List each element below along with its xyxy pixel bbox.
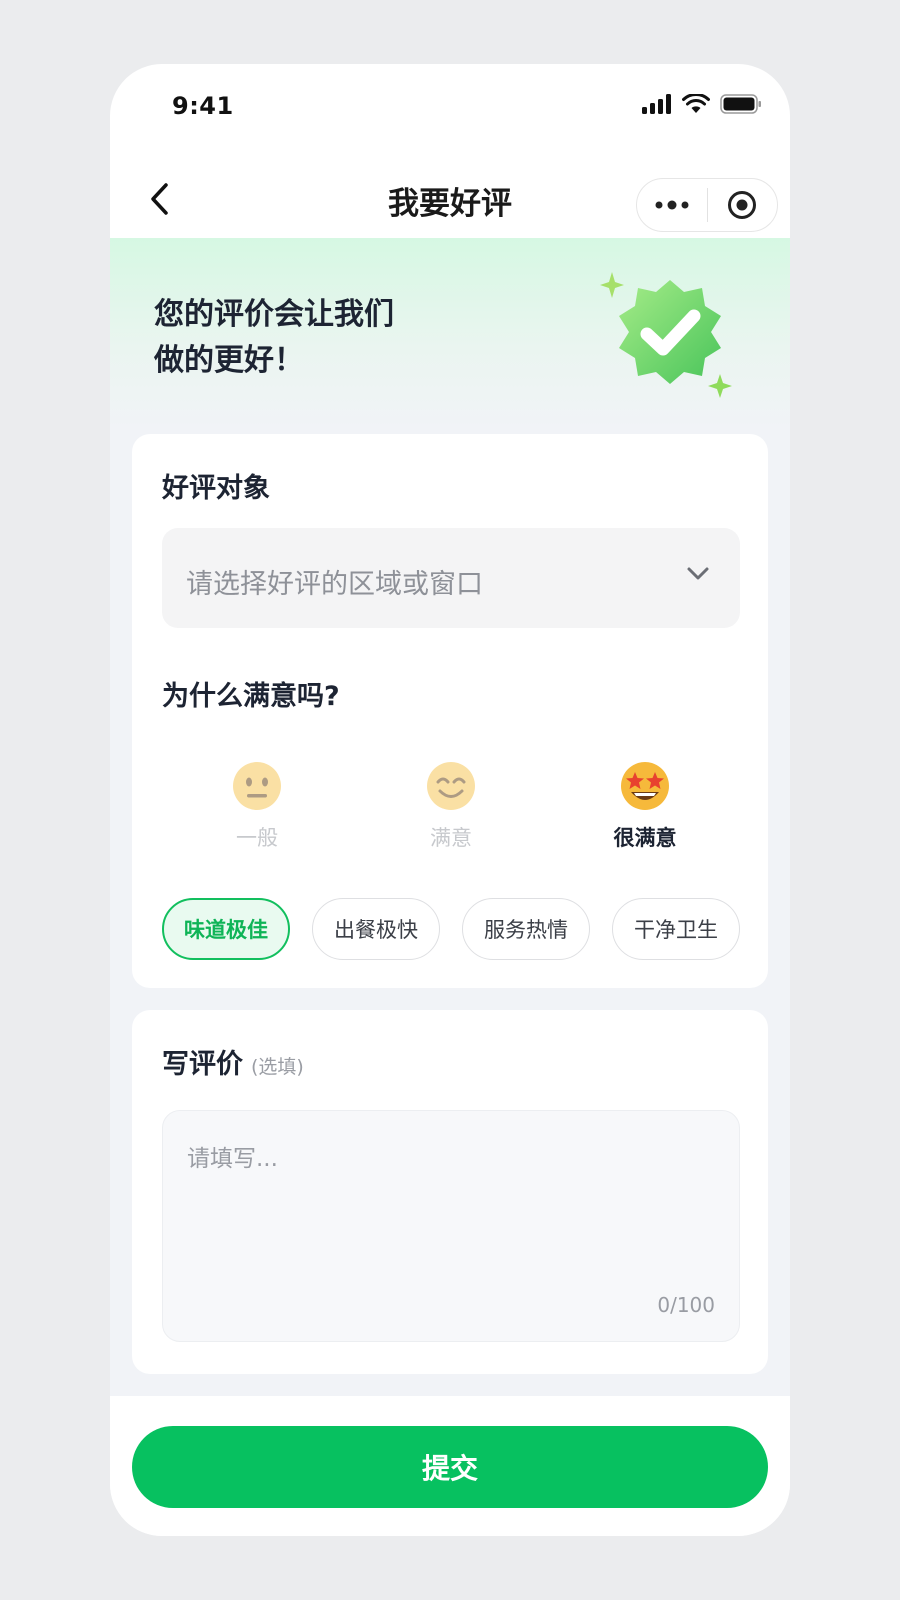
hero-line-1: 您的评价会让我们: [154, 297, 394, 332]
review-label-text: 写评价: [162, 1049, 243, 1080]
target-circle-icon: [728, 191, 757, 219]
star-struck-face-icon: [621, 762, 669, 810]
chevron-down-icon: [687, 567, 709, 580]
status-icons: [642, 94, 762, 114]
hero-text: 您的评价会让我们 做的更好！: [154, 292, 394, 384]
more-dots-icon: [655, 200, 689, 210]
nav-bar: 我要好评: [110, 154, 790, 244]
review-text-card: 写评价 (选填) 请填写... 0/100: [132, 1010, 768, 1374]
tag-chip[interactable]: 出餐极快: [312, 898, 440, 960]
status-time: 9:41: [172, 92, 234, 120]
signal-icon: [642, 94, 671, 114]
content-area: 您的评价会让我们 做的更好！ 好评对象 请选择好评的区域或窗口 为什么满意吗? …: [110, 238, 790, 1396]
bottom-bar: 提交: [110, 1396, 790, 1536]
neutral-face-icon: [233, 762, 281, 810]
character-counter: 0/100: [657, 1293, 715, 1317]
rating-option-normal[interactable]: 一般: [197, 760, 317, 852]
rating-option-label: 很满意: [613, 826, 677, 850]
tag-chip[interactable]: 服务热情: [462, 898, 590, 960]
tag-chip-selected[interactable]: 味道极佳: [162, 898, 290, 960]
battery-icon: [720, 94, 761, 114]
tag-chip[interactable]: 干净卫生: [612, 898, 740, 960]
rating-options: 一般 满意 很满意: [162, 760, 740, 860]
phone-screen: 9:41 我要好评 您的评价会让我们 做的更好！ 好评对象 请选择好评的区域或窗…: [110, 64, 790, 1536]
status-bar: 9:41: [110, 64, 790, 154]
submit-button[interactable]: 提交: [132, 1426, 768, 1508]
target-label: 好评对象: [162, 473, 270, 504]
review-textarea[interactable]: 请填写... 0/100: [162, 1110, 740, 1342]
review-label: 写评价 (选填): [162, 1042, 304, 1081]
more-button[interactable]: [637, 179, 707, 231]
target-select-placeholder: 请选择好评的区域或窗口: [186, 569, 483, 600]
rating-label: 为什么满意吗?: [162, 681, 340, 712]
wifi-icon: [682, 94, 710, 113]
review-form-card: 好评对象 请选择好评的区域或窗口 为什么满意吗? 一般 满意 很满意 味道极佳 …: [132, 434, 768, 988]
tag-list: 味道极佳 出餐极快 服务热情 干净卫生: [162, 898, 740, 960]
rating-option-label: 满意: [430, 826, 472, 850]
hero-line-2: 做的更好！: [154, 343, 304, 378]
target-select[interactable]: 请选择好评的区域或窗口: [162, 528, 740, 628]
mini-program-capsule: [636, 178, 778, 232]
close-mini-program-button[interactable]: [708, 179, 778, 231]
verified-badge-icon: [600, 272, 732, 398]
rating-option-satisfied[interactable]: 满意: [391, 760, 511, 852]
smiling-face-icon: [427, 762, 475, 810]
rating-option-label: 一般: [236, 826, 278, 850]
optional-hint: (选填): [251, 1056, 304, 1078]
review-placeholder: 请填写...: [187, 1146, 278, 1172]
rating-option-very-satisfied[interactable]: 很满意: [585, 760, 705, 852]
